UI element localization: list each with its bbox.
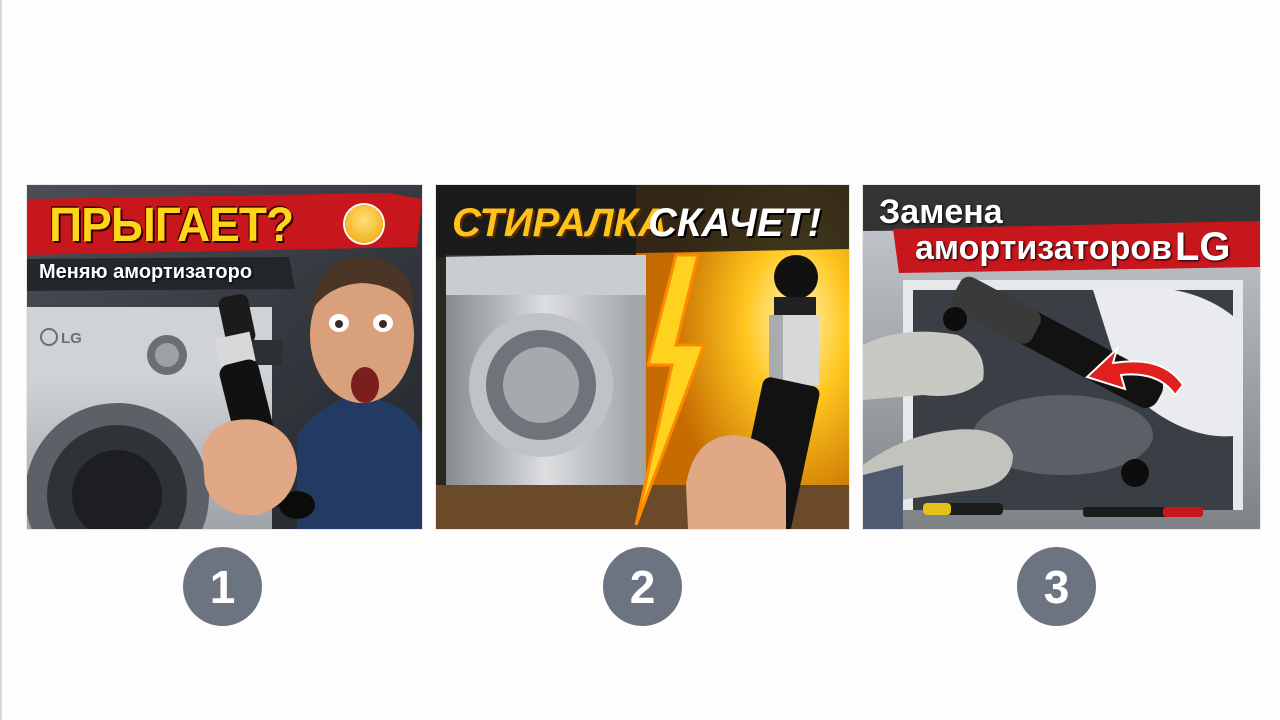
thumbnail-option-3[interactable]: Замена амортизаторов LG xyxy=(863,185,1260,529)
thumbnail-3-brand: LG xyxy=(1175,225,1231,269)
thumbnail-2-title-part2: СКАЧЕТ! xyxy=(648,201,822,245)
option-number-badge-1: 1 xyxy=(183,547,262,626)
lg-logo: LG xyxy=(61,330,82,347)
thumbnail-3-title-line1: Замена xyxy=(879,193,1003,231)
thumbnail-1-title: ПРЫГАЕТ? xyxy=(49,196,294,252)
scared-face-icon xyxy=(345,205,383,243)
left-edge-divider xyxy=(0,0,2,720)
option-number-badge-3: 3 xyxy=(1017,547,1096,626)
thumbnail-option-1[interactable]: LG ПРЫГАЕТ? Меняю амортизаторо xyxy=(27,185,422,529)
thumbnail-3-title-line2: амортизаторов xyxy=(915,229,1173,267)
thumbnail-option-2[interactable]: СТИРАЛКА СКАЧЕТ! xyxy=(436,185,849,529)
thumbnail-1-subtitle: Меняю амортизаторо xyxy=(39,261,253,283)
option-number-badge-2: 2 xyxy=(603,547,682,626)
thumbnail-2-title-part1: СТИРАЛКА xyxy=(452,201,668,245)
